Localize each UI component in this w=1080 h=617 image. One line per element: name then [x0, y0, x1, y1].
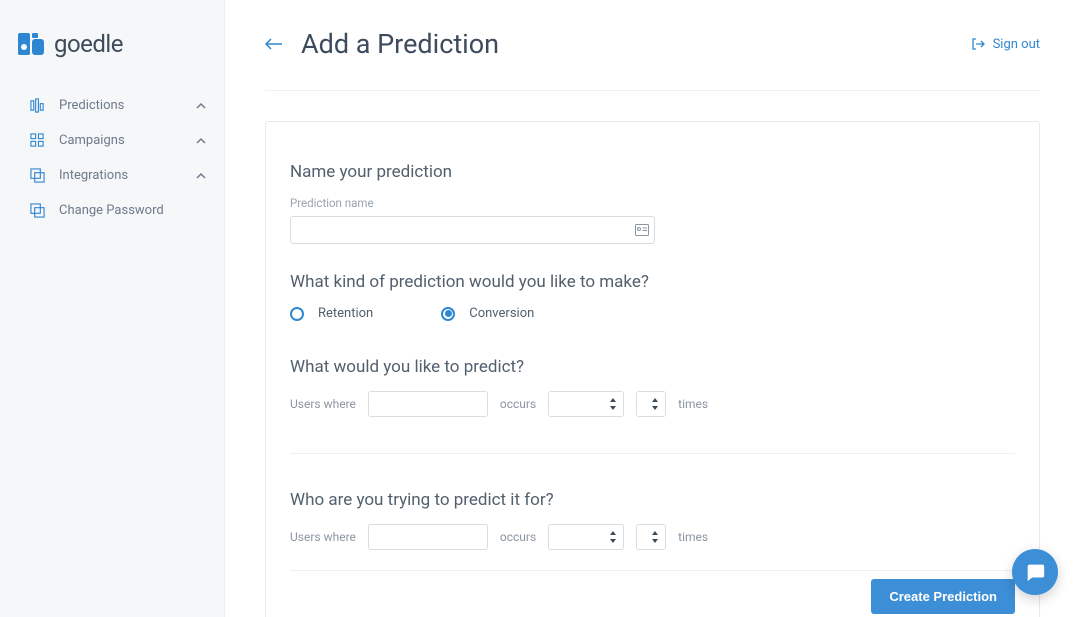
radio-label: Conversion [469, 306, 534, 321]
sort-icon [651, 398, 659, 410]
radio-row: Retention Conversion [290, 306, 1015, 321]
brand: goedle [0, 30, 224, 88]
occurs-label: occurs [500, 530, 536, 544]
prediction-name-label: Prediction name [290, 196, 1015, 210]
prediction-name-wrap [290, 216, 655, 244]
integrations-icon [30, 168, 45, 183]
section-kind-title: What kind of prediction would you like t… [290, 272, 1015, 292]
sidebar: goedle Predictions Campaigns Integration… [0, 0, 225, 617]
signout-link[interactable]: Sign out [971, 37, 1040, 52]
chat-icon [1024, 561, 1046, 583]
what-operator-select[interactable] [548, 391, 624, 417]
section-what-title: What would you like to predict? [290, 357, 1015, 377]
radio-dot-icon [445, 310, 452, 317]
back-arrow-icon[interactable] [265, 37, 283, 51]
sidebar-item-predictions[interactable]: Predictions [0, 88, 224, 123]
create-prediction-button[interactable]: Create Prediction [871, 579, 1015, 614]
who-event-input[interactable] [368, 524, 488, 550]
users-where-label: Users where [290, 397, 356, 411]
section-name-title: Name your prediction [290, 162, 1015, 182]
signout-icon [971, 37, 985, 51]
radio-circle-icon [290, 307, 304, 321]
sort-icon [609, 531, 617, 543]
password-icon [30, 203, 45, 218]
form-card: Name your prediction Prediction name Wha… [265, 121, 1040, 617]
sidebar-item-integrations[interactable]: Integrations [0, 158, 224, 193]
chevron-up-icon [196, 101, 206, 111]
sidebar-item-label: Predictions [59, 98, 196, 113]
form-footer: Create Prediction [290, 570, 1015, 617]
divider [290, 453, 1015, 454]
who-condition-row: Users where occurs times [290, 524, 1015, 550]
chat-fab[interactable] [1012, 549, 1058, 595]
what-event-input[interactable] [368, 391, 488, 417]
signout-label: Sign out [993, 37, 1040, 52]
sidebar-item-label: Change Password [59, 203, 206, 218]
predictions-icon [30, 98, 45, 113]
sort-icon [609, 398, 617, 410]
main-content: Add a Prediction Sign out Name your pred… [225, 0, 1080, 617]
section-name: Name your prediction Prediction name [290, 162, 1015, 244]
section-what: What would you like to predict? Users wh… [290, 357, 1015, 417]
sidebar-item-change-password[interactable]: Change Password [0, 193, 224, 228]
times-label: times [678, 397, 708, 411]
campaigns-icon [30, 133, 45, 148]
radio-circle-icon [441, 307, 455, 321]
times-label: times [678, 530, 708, 544]
users-where-label: Users where [290, 530, 356, 544]
sidebar-item-label: Integrations [59, 168, 196, 183]
what-count-select[interactable] [636, 391, 666, 417]
sidebar-item-campaigns[interactable]: Campaigns [0, 123, 224, 158]
who-operator-select[interactable] [548, 524, 624, 550]
who-count-select[interactable] [636, 524, 666, 550]
brand-name: goedle [54, 30, 123, 58]
occurs-label: occurs [500, 397, 536, 411]
section-kind: What kind of prediction would you like t… [290, 272, 1015, 321]
radio-conversion[interactable]: Conversion [441, 306, 534, 321]
contact-card-icon [635, 224, 649, 236]
radio-retention[interactable]: Retention [290, 306, 373, 321]
chevron-up-icon [196, 171, 206, 181]
what-condition-row: Users where occurs times [290, 391, 1015, 417]
prediction-name-input[interactable] [290, 216, 655, 244]
title-wrap: Add a Prediction [265, 28, 499, 60]
sidebar-item-label: Campaigns [59, 133, 196, 148]
section-who: Who are you trying to predict it for? Us… [290, 490, 1015, 550]
section-who-title: Who are you trying to predict it for? [290, 490, 1015, 510]
brand-logo-icon [18, 33, 44, 55]
sort-icon [651, 531, 659, 543]
radio-label: Retention [318, 306, 373, 321]
header-row: Add a Prediction Sign out [265, 28, 1040, 91]
page-title: Add a Prediction [301, 28, 499, 60]
chevron-up-icon [196, 136, 206, 146]
